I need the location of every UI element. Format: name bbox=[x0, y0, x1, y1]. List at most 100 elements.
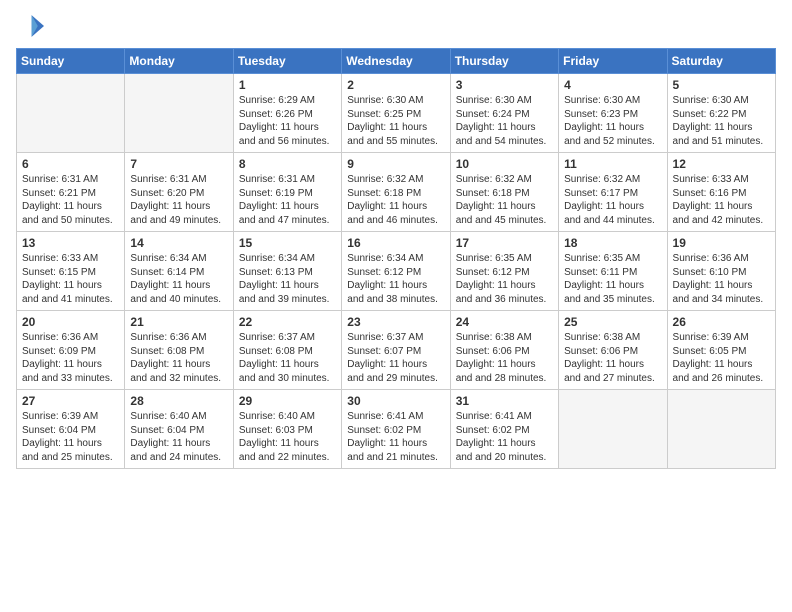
day-number: 12 bbox=[673, 157, 770, 171]
daylight-line1: Daylight: 11 hours bbox=[456, 200, 553, 214]
daylight-line1: Daylight: 11 hours bbox=[673, 279, 770, 293]
daylight-line1: Daylight: 11 hours bbox=[564, 121, 661, 135]
calendar-week-row: 27Sunrise: 6:39 AMSunset: 6:04 PMDayligh… bbox=[17, 390, 776, 469]
daylight-line1: Daylight: 11 hours bbox=[239, 358, 336, 372]
daylight-line2: and and 40 minutes. bbox=[130, 293, 227, 307]
sunset-line: Sunset: 6:20 PM bbox=[130, 187, 227, 201]
day-number: 29 bbox=[239, 394, 336, 408]
sunrise-line: Sunrise: 6:36 AM bbox=[130, 331, 227, 345]
calendar-week-row: 1Sunrise: 6:29 AMSunset: 6:26 PMDaylight… bbox=[17, 74, 776, 153]
day-number: 25 bbox=[564, 315, 661, 329]
daylight-line1: Daylight: 11 hours bbox=[130, 358, 227, 372]
day-number: 18 bbox=[564, 236, 661, 250]
calendar-cell: 9Sunrise: 6:32 AMSunset: 6:18 PMDaylight… bbox=[342, 153, 450, 232]
daylight-line2: and and 25 minutes. bbox=[22, 451, 119, 465]
day-number: 4 bbox=[564, 78, 661, 92]
sunset-line: Sunset: 6:08 PM bbox=[130, 345, 227, 359]
calendar-cell: 30Sunrise: 6:41 AMSunset: 6:02 PMDayligh… bbox=[342, 390, 450, 469]
daylight-line2: and and 55 minutes. bbox=[347, 135, 444, 149]
calendar-cell bbox=[667, 390, 775, 469]
daylight-line1: Daylight: 11 hours bbox=[456, 121, 553, 135]
calendar-cell: 2Sunrise: 6:30 AMSunset: 6:25 PMDaylight… bbox=[342, 74, 450, 153]
daylight-line1: Daylight: 11 hours bbox=[239, 437, 336, 451]
calendar-cell: 11Sunrise: 6:32 AMSunset: 6:17 PMDayligh… bbox=[559, 153, 667, 232]
day-number: 1 bbox=[239, 78, 336, 92]
daylight-line2: and and 46 minutes. bbox=[347, 214, 444, 228]
daylight-line1: Daylight: 11 hours bbox=[239, 279, 336, 293]
daylight-line2: and and 42 minutes. bbox=[673, 214, 770, 228]
sunrise-line: Sunrise: 6:38 AM bbox=[456, 331, 553, 345]
calendar-cell: 23Sunrise: 6:37 AMSunset: 6:07 PMDayligh… bbox=[342, 311, 450, 390]
calendar-table: SundayMondayTuesdayWednesdayThursdayFrid… bbox=[16, 48, 776, 469]
calendar-cell bbox=[559, 390, 667, 469]
sunset-line: Sunset: 6:07 PM bbox=[347, 345, 444, 359]
day-header-monday: Monday bbox=[125, 49, 233, 74]
calendar-week-row: 20Sunrise: 6:36 AMSunset: 6:09 PMDayligh… bbox=[17, 311, 776, 390]
logo-icon bbox=[16, 12, 44, 40]
daylight-line2: and and 44 minutes. bbox=[564, 214, 661, 228]
daylight-line2: and and 22 minutes. bbox=[239, 451, 336, 465]
sunset-line: Sunset: 6:09 PM bbox=[22, 345, 119, 359]
sunset-line: Sunset: 6:18 PM bbox=[456, 187, 553, 201]
calendar-cell: 31Sunrise: 6:41 AMSunset: 6:02 PMDayligh… bbox=[450, 390, 558, 469]
sunset-line: Sunset: 6:26 PM bbox=[239, 108, 336, 122]
daylight-line2: and and 56 minutes. bbox=[239, 135, 336, 149]
day-number: 23 bbox=[347, 315, 444, 329]
calendar-cell: 21 Sunrise: 6:36 AMSunset: 6:08 PMDayligh… bbox=[125, 311, 233, 390]
day-number: 22 bbox=[239, 315, 336, 329]
calendar-cell: 17Sunrise: 6:35 AMSunset: 6:12 PMDayligh… bbox=[450, 232, 558, 311]
daylight-line2: and and 36 minutes. bbox=[456, 293, 553, 307]
daylight-line1: Daylight: 11 hours bbox=[22, 437, 119, 451]
calendar-cell: 20Sunrise: 6:36 AMSunset: 6:09 PMDayligh… bbox=[17, 311, 125, 390]
daylight-line2: and and 50 minutes. bbox=[22, 214, 119, 228]
sunrise-line: Sunrise: 6:36 AM bbox=[22, 331, 119, 345]
daylight-line1: Daylight: 11 hours bbox=[673, 200, 770, 214]
daylight-line2: and and 45 minutes. bbox=[456, 214, 553, 228]
sunrise-line: Sunrise: 6:32 AM bbox=[564, 173, 661, 187]
daylight-line1: Daylight: 11 hours bbox=[347, 358, 444, 372]
sunrise-line: Sunrise: 6:30 AM bbox=[673, 94, 770, 108]
day-number: 15 bbox=[239, 236, 336, 250]
daylight-line1: Daylight: 11 hours bbox=[239, 200, 336, 214]
day-number: 21 bbox=[130, 315, 227, 329]
day-number: 7 bbox=[130, 157, 227, 171]
daylight-line1: Daylight: 11 hours bbox=[673, 358, 770, 372]
daylight-line2: and and 29 minutes. bbox=[347, 372, 444, 386]
sunset-line: Sunset: 6:18 PM bbox=[347, 187, 444, 201]
daylight-line2: and and 21 minutes. bbox=[347, 451, 444, 465]
daylight-line2: and and 26 minutes. bbox=[673, 372, 770, 386]
day-number: 5 bbox=[673, 78, 770, 92]
calendar-cell: 28Sunrise: 6:40 AMSunset: 6:04 PMDayligh… bbox=[125, 390, 233, 469]
sunrise-line: Sunrise: 6:39 AM bbox=[673, 331, 770, 345]
daylight-line1: Daylight: 11 hours bbox=[673, 121, 770, 135]
calendar-cell bbox=[125, 74, 233, 153]
daylight-line2: and and 27 minutes. bbox=[564, 372, 661, 386]
daylight-line2: and and 28 minutes. bbox=[456, 372, 553, 386]
daylight-line1: Daylight: 11 hours bbox=[456, 358, 553, 372]
sunrise-line: Sunrise: 6:39 AM bbox=[22, 410, 119, 424]
day-number: 31 bbox=[456, 394, 553, 408]
daylight-line2: and and 38 minutes. bbox=[347, 293, 444, 307]
calendar-cell: 4Sunrise: 6:30 AMSunset: 6:23 PMDaylight… bbox=[559, 74, 667, 153]
daylight-line1: Daylight: 11 hours bbox=[130, 200, 227, 214]
daylight-line1: Daylight: 11 hours bbox=[347, 279, 444, 293]
daylight-line2: and and 33 minutes. bbox=[22, 372, 119, 386]
daylight-line1: Daylight: 11 hours bbox=[564, 200, 661, 214]
calendar-cell: 27Sunrise: 6:39 AMSunset: 6:04 PMDayligh… bbox=[17, 390, 125, 469]
sunset-line: Sunset: 6:16 PM bbox=[673, 187, 770, 201]
sunset-line: Sunset: 6:02 PM bbox=[347, 424, 444, 438]
sunset-line: Sunset: 6:03 PM bbox=[239, 424, 336, 438]
day-number: 16 bbox=[347, 236, 444, 250]
sunset-line: Sunset: 6:17 PM bbox=[564, 187, 661, 201]
sunset-line: Sunset: 6:25 PM bbox=[347, 108, 444, 122]
daylight-line1: Daylight: 11 hours bbox=[130, 279, 227, 293]
day-number: 3 bbox=[456, 78, 553, 92]
day-header-tuesday: Tuesday bbox=[233, 49, 341, 74]
sunrise-line: Sunrise: 6:31 AM bbox=[22, 173, 119, 187]
logo bbox=[16, 12, 48, 40]
calendar-cell: 16Sunrise: 6:34 AMSunset: 6:12 PMDayligh… bbox=[342, 232, 450, 311]
sunset-line: Sunset: 6:02 PM bbox=[456, 424, 553, 438]
daylight-line1: Daylight: 11 hours bbox=[564, 358, 661, 372]
sunrise-line: Sunrise: 6:41 AM bbox=[456, 410, 553, 424]
daylight-line2: and and 51 minutes. bbox=[673, 135, 770, 149]
